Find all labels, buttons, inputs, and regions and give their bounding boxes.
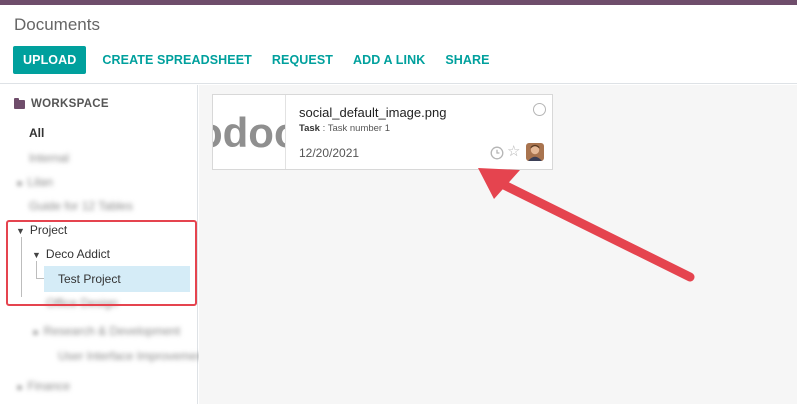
- create-spreadsheet-button[interactable]: CREATE SPREADSHEET: [92, 46, 262, 74]
- chevron-right-icon: ▸: [34, 327, 39, 337]
- document-card[interactable]: odoo social_default_image.png Task : Tas…: [212, 94, 553, 170]
- documents-main-area: odoo social_default_image.png Task : Tas…: [199, 85, 797, 404]
- sidebar-item-research[interactable]: ▸ Research & Development: [34, 324, 180, 338]
- sidebar-item-internal[interactable]: Internal: [29, 151, 69, 165]
- toolbar: UPLOAD CREATE SPREADSHEET REQUEST ADD A …: [13, 46, 500, 74]
- related-record-value: : Task number 1: [319, 123, 391, 134]
- add-link-button[interactable]: ADD A LINK: [343, 46, 435, 74]
- avatar[interactable]: [526, 143, 544, 161]
- sidebar-item-label: Research & Development: [43, 324, 181, 338]
- annotation-highlight-box: [6, 220, 197, 306]
- request-button[interactable]: REQUEST: [262, 46, 343, 74]
- workspace-label: WORKSPACE: [31, 98, 109, 110]
- sidebar-item-ui-improvements[interactable]: User Interface Improvements: [58, 349, 213, 363]
- sidebar-item-lilan[interactable]: ▸ Lilan: [18, 175, 53, 189]
- sidebar-item-label: Lilan: [27, 175, 53, 189]
- related-model-label: Task: [299, 123, 320, 134]
- chevron-right-icon: ▸: [18, 382, 23, 392]
- sidebar-item-guide[interactable]: Guide for 12 Tables: [29, 199, 133, 213]
- sidebar-item-all[interactable]: All: [29, 126, 44, 140]
- workspace-sidebar: WORKSPACE All Internal ▸ Lilan Guide for …: [0, 85, 213, 404]
- odoo-logo-image: odoo: [213, 109, 286, 156]
- document-name[interactable]: social_default_image.png: [299, 105, 446, 120]
- workspace-header: WORKSPACE: [14, 97, 109, 110]
- sidebar-item-finance[interactable]: ▸ Finance: [18, 379, 70, 393]
- star-icon[interactable]: ☆: [507, 143, 520, 161]
- control-panel: Documents UPLOAD CREATE SPREADSHEET REQU…: [0, 5, 797, 84]
- chevron-right-icon: ▸: [18, 178, 23, 188]
- share-button[interactable]: SHARE: [435, 46, 499, 74]
- upload-button[interactable]: UPLOAD: [13, 46, 87, 74]
- folder-icon: [14, 97, 25, 109]
- sidebar-item-label: Finance: [27, 379, 71, 393]
- document-date: 12/20/2021: [299, 146, 360, 160]
- document-thumbnail[interactable]: odoo: [213, 95, 286, 169]
- clock-icon[interactable]: [490, 146, 504, 160]
- document-related-record: Task : Task number 1: [299, 123, 390, 134]
- page-title: Documents: [14, 15, 100, 34]
- radio-icon[interactable]: [533, 103, 546, 116]
- odoo-logo-text: odoo: [213, 109, 286, 156]
